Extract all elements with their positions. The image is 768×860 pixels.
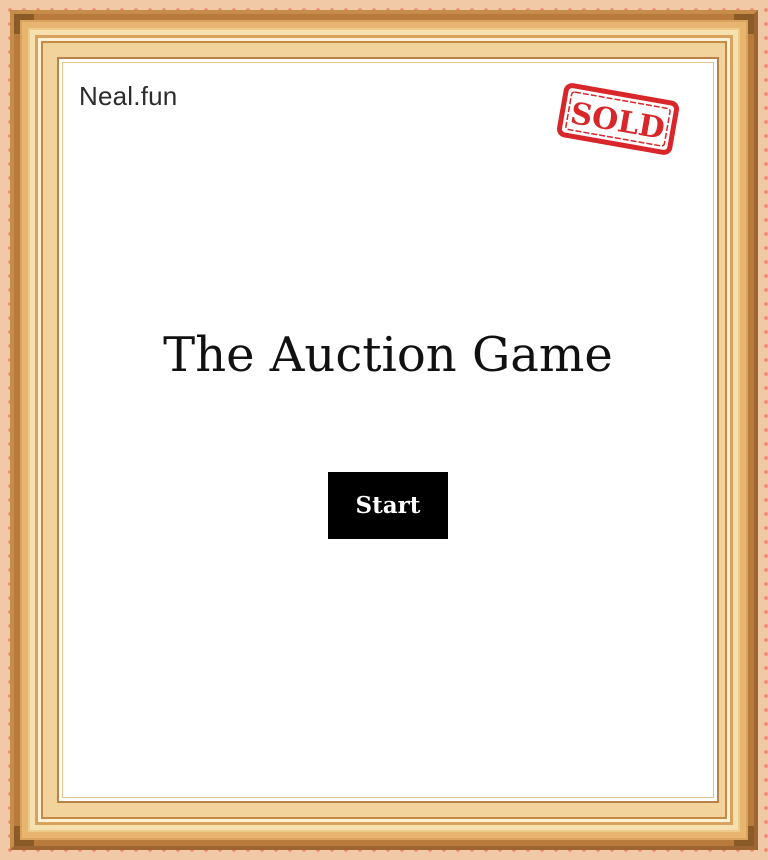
site-logo-link[interactable]: Neal.fun <box>79 81 177 112</box>
start-button[interactable]: Start <box>328 472 448 539</box>
game-canvas: Neal.fun SOLD The Auction Game Start <box>57 57 719 803</box>
sold-stamp-icon: SOLD <box>556 83 680 155</box>
game-title: The Auction Game <box>163 327 613 383</box>
